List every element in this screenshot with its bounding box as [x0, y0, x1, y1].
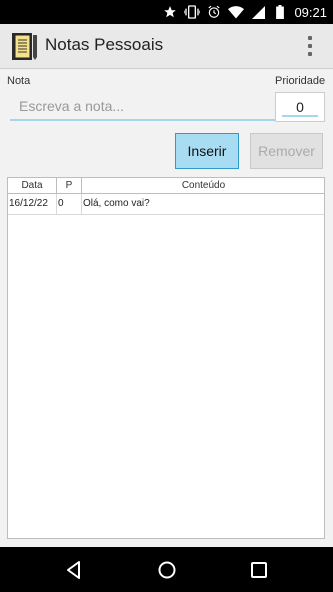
table-row[interactable]: 16/12/22 0 Olá, como vai?: [8, 194, 324, 215]
notes-table: Data P Conteúdo 16/12/22 0 Olá, como vai…: [7, 177, 325, 539]
status-icons: 09:21: [162, 0, 327, 24]
priority-value: 0: [296, 99, 304, 115]
battery-icon: [272, 4, 288, 20]
recents-icon[interactable]: [248, 559, 270, 581]
star-icon: [162, 4, 178, 20]
back-icon[interactable]: [63, 559, 85, 581]
overflow-menu-icon[interactable]: [306, 36, 314, 56]
app-bar: Notas Pessoais: [0, 24, 333, 69]
app-title: Notas Pessoais: [45, 35, 164, 54]
navigation-bar: [0, 547, 333, 592]
column-header-priority: P: [57, 178, 82, 193]
priority-field[interactable]: 0: [275, 92, 325, 122]
priority-label: Prioridade: [275, 75, 326, 87]
status-bar: 09:21: [0, 0, 333, 24]
priority-underline: [282, 115, 318, 117]
remove-button[interactable]: Remover: [250, 133, 323, 169]
signal-icon: [250, 4, 266, 20]
table-header: Data P Conteúdo: [8, 178, 324, 194]
column-header-content: Conteúdo: [181, 180, 226, 191]
notepad-icon: [11, 31, 39, 61]
note-label: Nota: [7, 75, 31, 87]
note-input[interactable]: [10, 93, 275, 121]
alarm-icon: [206, 4, 222, 20]
wifi-icon: [228, 4, 245, 20]
insert-button[interactable]: Inserir: [175, 133, 239, 169]
column-header-date: Data: [8, 178, 57, 193]
status-time: 09:21: [294, 4, 327, 20]
home-icon[interactable]: [156, 559, 178, 581]
cell-content: Olá, como vai?: [83, 198, 150, 209]
cell-date: 16/12/22: [8, 194, 57, 214]
vibrate-icon: [184, 4, 201, 20]
cell-priority: 0: [57, 194, 82, 214]
